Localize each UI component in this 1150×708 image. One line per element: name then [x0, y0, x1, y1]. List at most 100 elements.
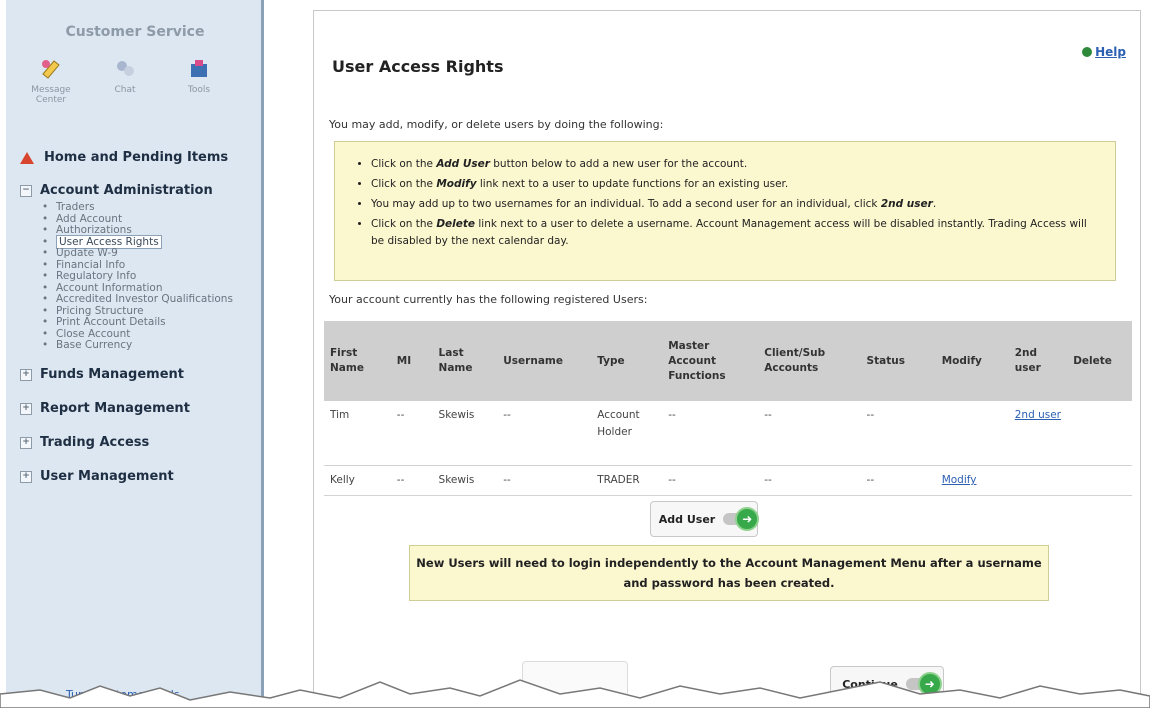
col-type: Type: [591, 321, 663, 401]
col-first-name: First Name: [324, 321, 391, 401]
nav-home-label: Home and Pending Items: [44, 150, 229, 165]
table-row: Kelly -- Skewis -- TRADER -- -- -- Modif…: [324, 465, 1132, 496]
cell-mi: --: [390, 465, 433, 496]
chat-label: Chat: [114, 85, 136, 95]
instructions-box: Click on the Add User button below to ad…: [334, 141, 1116, 281]
intro-text: You may add, modify, or delete users by …: [329, 118, 664, 131]
nav-account-administration[interactable]: − Account Administration: [20, 183, 260, 198]
cell-client-sub: --: [758, 401, 861, 466]
users-table: First Name MI Last Name Username Type Ma…: [324, 321, 1132, 496]
sidebar-item-close-account[interactable]: Close Account: [42, 328, 260, 340]
col-modify: Modify: [935, 321, 1009, 401]
col-delete: Delete: [1067, 321, 1132, 401]
torn-edge: [0, 679, 1150, 708]
cell-master-functions: --: [662, 465, 759, 496]
account-admin-list: Traders Add Account Authorizations User …: [42, 202, 260, 352]
sidebar-item-pricing-structure[interactable]: Pricing Structure: [42, 305, 260, 317]
col-master-functions: Master Account Functions: [662, 321, 759, 401]
second-user-link[interactable]: 2nd user: [1015, 409, 1061, 421]
collapse-icon: −: [20, 184, 32, 197]
cell-first-name: Kelly: [324, 465, 391, 496]
cell-first-name: Tim: [324, 401, 391, 466]
col-username: Username: [497, 321, 592, 401]
tools-icon: [191, 60, 207, 77]
cell-last-name: Skewis: [432, 465, 498, 496]
expand-icon: +: [20, 470, 32, 483]
sidebar: Customer Service Message Center Chat Too…: [6, 0, 264, 708]
cell-last-name: Skewis: [432, 401, 498, 466]
customer-service-title: Customer Service: [65, 24, 205, 40]
cell-username: --: [497, 401, 592, 466]
cell-modify: Modify: [935, 465, 1009, 496]
add-user-label: Add User: [658, 512, 716, 526]
message-center-link[interactable]: Message Center: [20, 58, 82, 105]
expand-icon: +: [20, 368, 32, 381]
nav-report-management[interactable]: + Report Management: [20, 401, 260, 416]
instruction-item: Click on the Add User button below to ad…: [371, 154, 1101, 174]
nav-user-mgmt-label: User Management: [40, 469, 174, 484]
sidebar-item-traders[interactable]: Traders: [42, 202, 260, 214]
nav-home-pending[interactable]: Home and Pending Items: [20, 150, 260, 165]
customer-service-icons: Message Center Chat Tools: [20, 58, 230, 118]
expand-icon: +: [20, 436, 32, 449]
help-label: Help: [1095, 45, 1126, 59]
col-status: Status: [860, 321, 936, 401]
chat-link[interactable]: Chat: [94, 58, 156, 95]
message-center-icon: [42, 60, 60, 79]
arrow-right-icon: ➜: [735, 507, 760, 531]
sidebar-item-accredited-investor[interactable]: Accredited Investor Qualifications: [42, 294, 260, 306]
cell-second-user: [1008, 465, 1068, 496]
new-users-notice: New Users will need to login independent…: [409, 545, 1049, 601]
nav-funds-label: Funds Management: [40, 367, 185, 382]
cell-status: --: [860, 465, 936, 496]
page-title: User Access Rights: [332, 57, 504, 76]
nav-funds-management[interactable]: + Funds Management: [20, 367, 260, 382]
warning-icon: [20, 151, 34, 164]
cell-second-user: 2nd user: [1008, 401, 1068, 466]
instruction-item: Click on the Delete link next to a user …: [371, 216, 1101, 250]
tools-link[interactable]: Tools: [168, 58, 230, 95]
tools-label: Tools: [187, 85, 211, 95]
expand-icon: +: [20, 402, 32, 415]
help-link[interactable]: Help: [1082, 45, 1126, 59]
table-row: Tim -- Skewis -- Account Holder -- -- --…: [324, 401, 1132, 466]
add-user-button[interactable]: Add User ➜: [650, 501, 760, 537]
cell-delete: [1067, 465, 1132, 496]
col-mi: MI: [390, 321, 433, 401]
sidebar-item-user-access-rights[interactable]: User Access Rights: [42, 234, 260, 249]
nav-account-admin-label: Account Administration: [40, 183, 213, 198]
cell-client-sub: --: [758, 465, 861, 496]
nav-report-label: Report Management: [40, 401, 190, 416]
cell-type: Account Holder: [591, 401, 663, 466]
chat-icon: [117, 61, 134, 76]
registered-users-text: Your account currently has the following…: [329, 293, 648, 306]
cell-delete: [1067, 401, 1132, 466]
col-client-sub: Client/Sub Accounts: [758, 321, 861, 401]
col-second-user: 2nd user: [1008, 321, 1068, 401]
sidebar-nav: Home and Pending Items − Account Adminis…: [20, 150, 260, 484]
go-toggle: ➜: [723, 507, 760, 531]
nav-user-management[interactable]: + User Management: [20, 469, 260, 484]
cell-mi: --: [390, 401, 433, 466]
cell-username: --: [497, 465, 592, 496]
main-panel: Help User Access Rights You may add, mod…: [313, 10, 1141, 708]
instruction-item: Click on the Modify link next to a user …: [371, 174, 1101, 194]
sidebar-item-financial-info[interactable]: Financial Info: [42, 259, 260, 271]
sidebar-item-regulatory-info[interactable]: Regulatory Info: [42, 271, 260, 283]
sidebar-item-add-account[interactable]: Add Account: [42, 213, 260, 225]
nav-trading-label: Trading Access: [40, 435, 150, 450]
sidebar-item-update-w9[interactable]: Update W-9: [42, 248, 260, 260]
instruction-item: You may add up to two usernames for an i…: [371, 194, 1101, 214]
sidebar-item-print-account-details[interactable]: Print Account Details: [42, 317, 260, 329]
cell-modify: [935, 401, 1009, 466]
cell-type: TRADER: [591, 465, 663, 496]
cell-status: --: [860, 401, 936, 466]
help-icon: [1082, 47, 1093, 57]
message-center-label: Message Center: [31, 85, 71, 105]
nav-trading-access[interactable]: + Trading Access: [20, 435, 260, 450]
modify-link[interactable]: Modify: [942, 474, 977, 486]
sidebar-item-account-information[interactable]: Account Information: [42, 282, 260, 294]
col-last-name: Last Name: [432, 321, 498, 401]
cell-master-functions: --: [662, 401, 759, 466]
sidebar-item-base-currency[interactable]: Base Currency: [42, 340, 260, 352]
